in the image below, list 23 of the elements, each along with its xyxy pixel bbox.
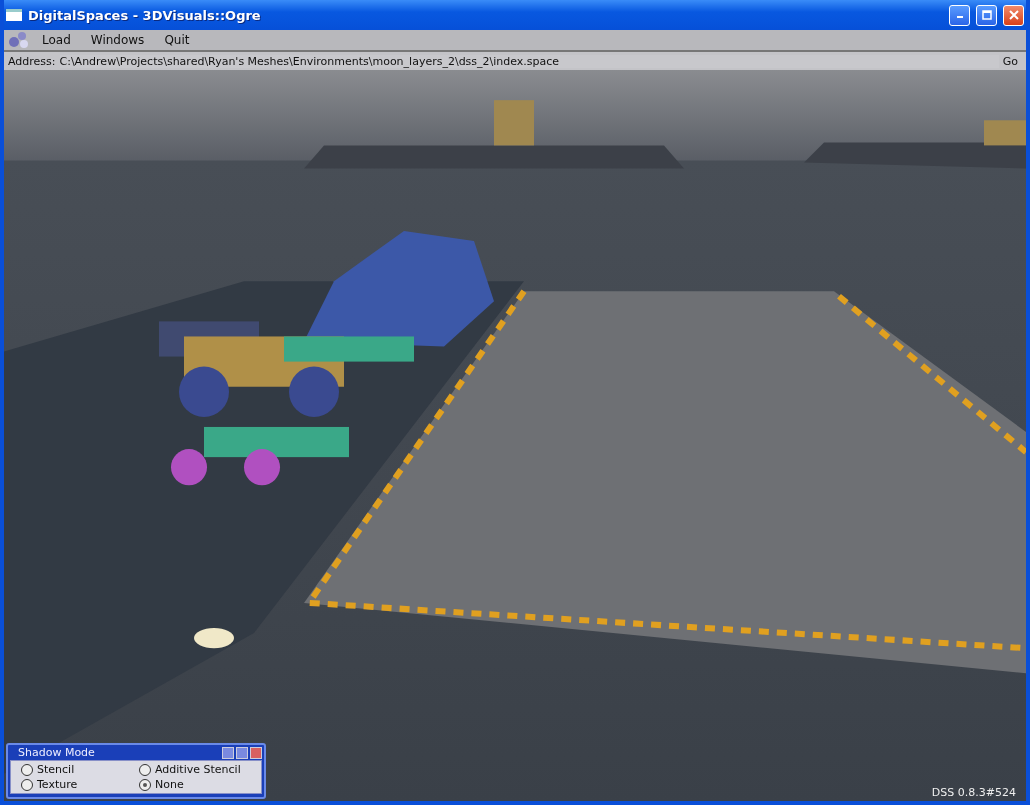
panel-maximize-button[interactable] [236,746,248,759]
close-icon [1008,10,1019,20]
window-title: DigitalSpaces - 3DVisuals::Ogre [28,7,262,23]
minimize-button[interactable] [949,4,970,26]
menu-item[interactable]: Quit [156,33,198,47]
address-field[interactable]: C:\Andrew\Projects\shared\Ryan's Meshes\Environments\moon_layers_2\dss_2\index.space [59,54,999,68]
panel-collapse-button[interactable] [222,746,234,759]
panel-close-button[interactable] [250,746,262,759]
radio-option[interactable]: None [139,778,251,791]
panel-title: Shadow Mode [17,746,96,759]
go-button[interactable]: Go [998,54,1022,68]
close-button[interactable] [1003,4,1024,26]
radio-option[interactable]: Additive Stencil [139,763,251,776]
radio-option[interactable]: Stencil [21,763,139,776]
menu-item[interactable]: Windows [82,33,153,47]
menu-item[interactable]: Load [34,33,79,47]
version-text: DSS 0.8.3#524 [931,786,1016,799]
maximize-button[interactable] [976,4,997,26]
maximize-icon [981,10,992,20]
radio-option[interactable]: Texture [21,778,139,791]
app-logo-icon [8,31,30,49]
window-icon [6,9,22,21]
address-label: Address: [8,54,56,68]
